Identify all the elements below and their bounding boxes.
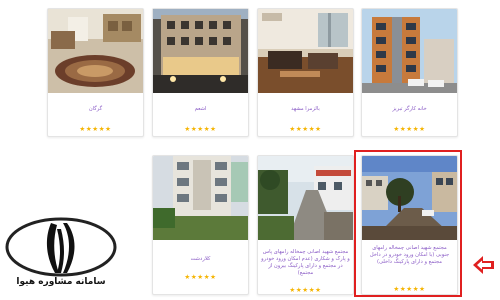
hotel-photo[interactable]: [258, 156, 353, 240]
rating-stars: ★★★★★: [289, 125, 322, 133]
rating-stars: ★★★★★: [289, 286, 322, 294]
hotel-photo[interactable]: [153, 156, 248, 240]
hotel-photo[interactable]: [258, 9, 353, 93]
hotel-card-ashm[interactable]: اشعم ★★★★★: [152, 8, 249, 137]
hotel-card-tabriz[interactable]: خانه کارگر تبریز ★★★★★: [361, 8, 458, 137]
rating-stars: ★★★★★: [184, 273, 217, 281]
arrow-left-icon: [472, 254, 496, 280]
hotel-card-kelardasht[interactable]: کلاردشت ★★★★★: [152, 155, 249, 295]
hotel-title[interactable]: بالزمرا مشهد: [261, 106, 350, 113]
highlight-frame: [354, 150, 462, 297]
hotel-photo[interactable]: [153, 9, 248, 93]
hotel-title[interactable]: گرگان: [51, 106, 140, 113]
hotel-title[interactable]: مجتمع شهید اصانی چمخاله رامهای پاس و پار…: [261, 249, 350, 277]
hotel-photo[interactable]: [362, 9, 457, 93]
hotel-card-mashhad[interactable]: بالزمرا مشهد ★★★★★: [257, 8, 354, 137]
hotel-title[interactable]: کلاردشت: [156, 256, 245, 263]
rating-stars: ★★★★★: [184, 125, 217, 133]
hotel-card-chamkhaleh-north[interactable]: مجتمع شهید اصانی چمخاله رامهای پاس و پار…: [257, 155, 354, 295]
hotel-photo[interactable]: [48, 9, 143, 93]
hotel-title[interactable]: اشعم: [156, 106, 245, 113]
hotel-title[interactable]: خانه کارگر تبریز: [365, 106, 454, 113]
hotel-card-gorgan[interactable]: گرگان ★★★★★: [47, 8, 144, 137]
logo-text: سامانه مشاوره هیوا: [16, 277, 106, 287]
rating-stars: ★★★★★: [393, 125, 426, 133]
rating-stars: ★★★★★: [79, 125, 112, 133]
